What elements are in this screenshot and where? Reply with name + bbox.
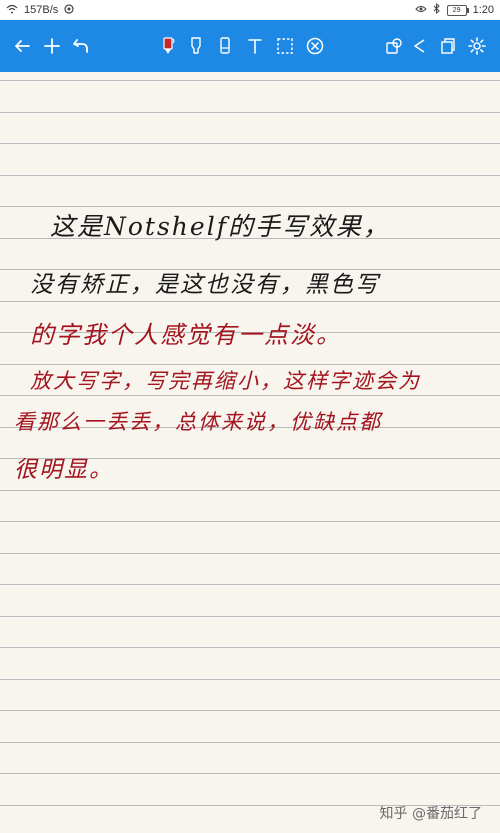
- eye-icon: [414, 5, 427, 16]
- ruled-line: [0, 741, 500, 743]
- ruled-line: [0, 521, 500, 522]
- note-canvas[interactable]: 这是Notshelf的手写效果， 没有矫正，是这也没有，黑色写 的字我个人感觉有…: [0, 72, 500, 833]
- handwriting-line: 看那么一丢丢，总体来说，优缺点都: [14, 410, 382, 434]
- watermark: 知乎 @番茄红了: [379, 806, 482, 822]
- battery-icon: 29: [446, 4, 469, 16]
- data-saver-icon: [64, 3, 74, 17]
- status-bar: 157B/s 29 1:20: [0, 0, 500, 20]
- lasso-select-icon[interactable]: [271, 32, 299, 60]
- ruled-line: [0, 395, 500, 396]
- handwriting-line: 的字我个人感觉有一点淡。: [30, 321, 342, 349]
- ruled-line: [0, 489, 500, 491]
- pen-icon[interactable]: [154, 32, 182, 60]
- text-icon[interactable]: [241, 32, 269, 60]
- handwriting-line: 放大写字，写完再缩小，这样字迹会为: [30, 369, 421, 393]
- ruled-line: [0, 143, 500, 144]
- handwriting-line: 很明显。: [14, 457, 114, 483]
- ruled-line: [0, 80, 500, 81]
- shapes-icon[interactable]: [380, 32, 408, 60]
- ruled-line: [0, 647, 500, 648]
- ruled-line: [0, 773, 500, 774]
- ruled-line: [0, 174, 500, 176]
- ruled-line: [0, 300, 500, 302]
- highlighter-icon[interactable]: [182, 32, 210, 60]
- network-speed: 157B/s: [24, 4, 59, 16]
- ruled-line: [0, 111, 500, 113]
- handwriting-line: 这是Notshelf的手写效果，: [50, 212, 390, 241]
- wifi-icon: [6, 4, 18, 17]
- ruled-line: [0, 615, 500, 617]
- add-icon[interactable]: [38, 32, 66, 60]
- clear-icon[interactable]: [301, 32, 329, 60]
- undo-icon[interactable]: [67, 32, 95, 60]
- ruled-line: [0, 584, 500, 585]
- eraser-icon[interactable]: [211, 32, 239, 60]
- notebook-toolbar: [0, 20, 500, 72]
- ruled-line: [0, 552, 500, 554]
- back-arrow-icon[interactable]: [8, 32, 36, 60]
- ruled-line: [0, 710, 500, 711]
- share-icon[interactable]: [405, 32, 433, 60]
- pages-icon[interactable]: [434, 32, 462, 60]
- ruled-line: [0, 678, 500, 680]
- bluetooth-icon: [433, 2, 441, 17]
- clock: 1:20: [472, 4, 494, 16]
- settings-icon[interactable]: [463, 32, 491, 60]
- handwriting-line: 没有矫正，是这也没有，黑色写: [30, 272, 380, 298]
